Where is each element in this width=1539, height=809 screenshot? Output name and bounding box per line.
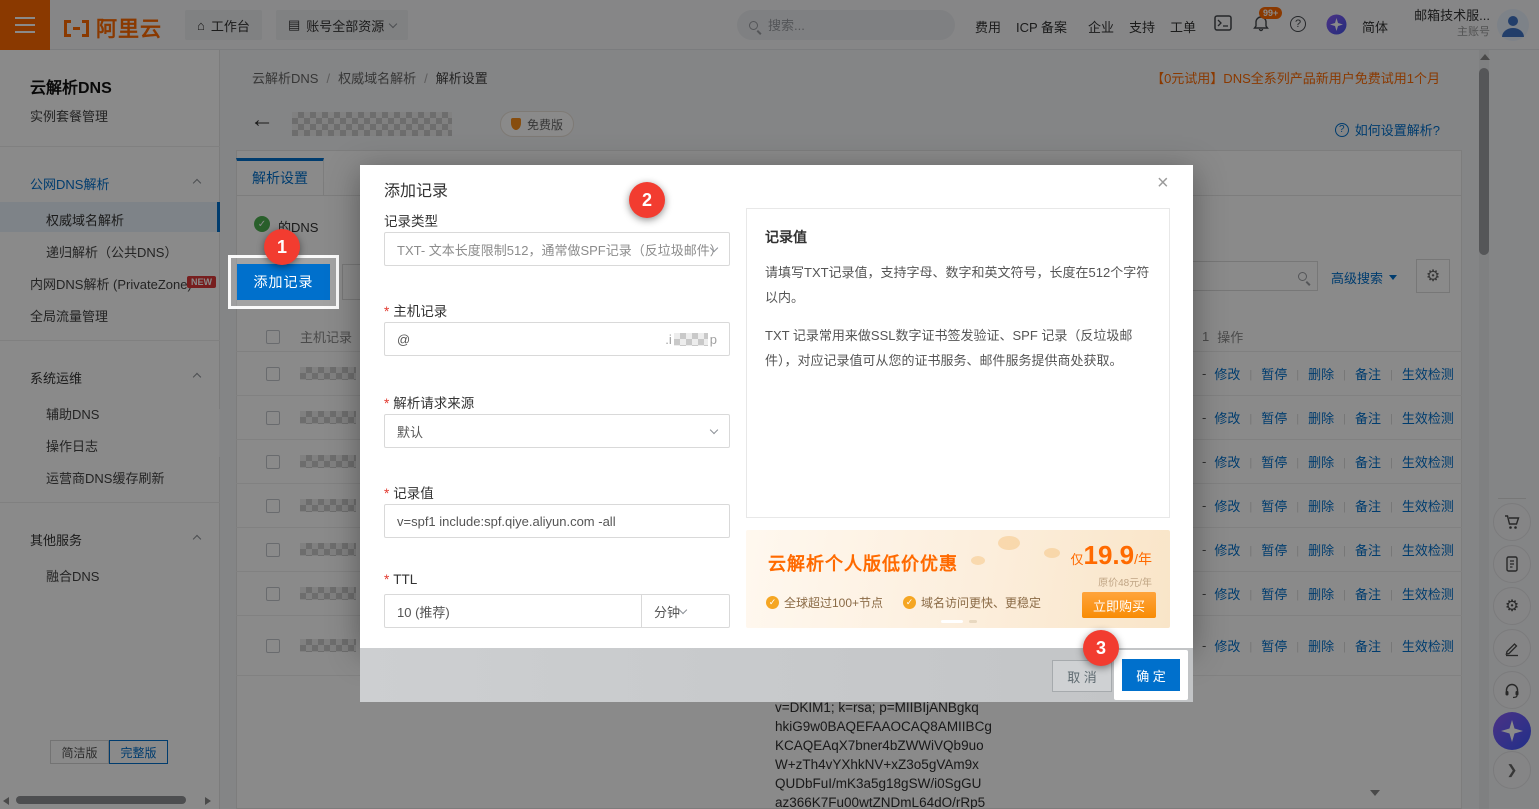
help-title: 记录值: [765, 227, 1151, 247]
promo-banner[interactable]: 云解析个人版低价优惠 仅 19.9 /年 原价48元/年 ✓全球超过100+节点…: [746, 530, 1170, 628]
carousel-dots[interactable]: [941, 620, 977, 623]
promo-features: ✓全球超过100+节点 ✓域名访问更快、更稳定: [766, 594, 1041, 611]
dns-request-source-label: *解析请求来源: [384, 392, 474, 412]
ttl-unit-select[interactable]: 分钟: [642, 594, 730, 628]
promo-price: 仅 19.9 /年: [1070, 540, 1152, 571]
record-value-input[interactable]: v=spf1 include:spf.qiye.aliyun.com -all: [384, 504, 730, 538]
check-icon: ✓: [766, 596, 779, 609]
chevron-down-icon: [710, 425, 718, 433]
coin-decoration: [971, 556, 985, 565]
promo-original-price: 原价48元/年: [1098, 574, 1152, 589]
coin-decoration: [998, 536, 1020, 550]
host-record-input[interactable]: @ .i p: [384, 322, 730, 356]
host-suffix: .i p: [665, 332, 717, 347]
ttl-input[interactable]: 10 (推荐): [384, 594, 642, 628]
modal-footer: 取 消 确 定: [360, 648, 1193, 702]
modal-title: 添加记录: [384, 177, 448, 201]
add-record-modal: 添加记录 × 记录类型 TXT- 文本长度限制512，通常做SPF记录（反垃圾邮…: [360, 165, 1193, 702]
record-type-label: 记录类型: [384, 210, 438, 230]
coin-decoration: [1044, 548, 1060, 558]
chevron-down-icon: [679, 605, 687, 613]
ttl-label: *TTL: [384, 572, 417, 587]
record-type-select[interactable]: TXT- 文本长度限制512，通常做SPF记录（反垃圾邮件）: [384, 232, 730, 266]
record-value-help-panel: 记录值 请填写TXT记录值，支持字母、数字和英文符号，长度在512个字符以内。 …: [746, 208, 1170, 518]
help-paragraph: TXT 记录常用来做SSL数字证书签发验证、SPF 记录（反垃圾邮件），对应记录…: [765, 324, 1151, 373]
buy-now-button[interactable]: 立即购买: [1082, 592, 1156, 618]
step-3-badge: 3: [1083, 630, 1119, 666]
check-icon: ✓: [903, 596, 916, 609]
host-record-label: *主机记录: [384, 300, 447, 320]
help-paragraph: 请填写TXT记录值，支持字母、数字和英文符号，长度在512个字符以内。: [765, 261, 1151, 310]
step-2-badge: 2: [629, 182, 665, 218]
modal-body: 添加记录 × 记录类型 TXT- 文本长度限制512，通常做SPF记录（反垃圾邮…: [360, 165, 1193, 648]
confirm-button[interactable]: 确 定: [1122, 659, 1180, 691]
domain-suffix-redacted: [674, 333, 708, 346]
record-value-label: *记录值: [384, 482, 434, 502]
add-record-button[interactable]: 添加记录: [237, 264, 330, 300]
step-1-badge: 1: [264, 229, 300, 265]
confirm-spotlight: 确 定: [1114, 650, 1188, 700]
ttl-row: 10 (推荐) 分钟: [384, 594, 730, 628]
close-icon[interactable]: ×: [1157, 173, 1169, 193]
promo-title: 云解析个人版低价优惠: [768, 550, 958, 576]
dns-request-source-select[interactable]: 默认: [384, 414, 730, 448]
aliyun-console: 阿里云 ⌂ 工作台 ▤ 账号全部资源 费用 ICP 备案 企业 支持 工单 99…: [0, 0, 1539, 809]
